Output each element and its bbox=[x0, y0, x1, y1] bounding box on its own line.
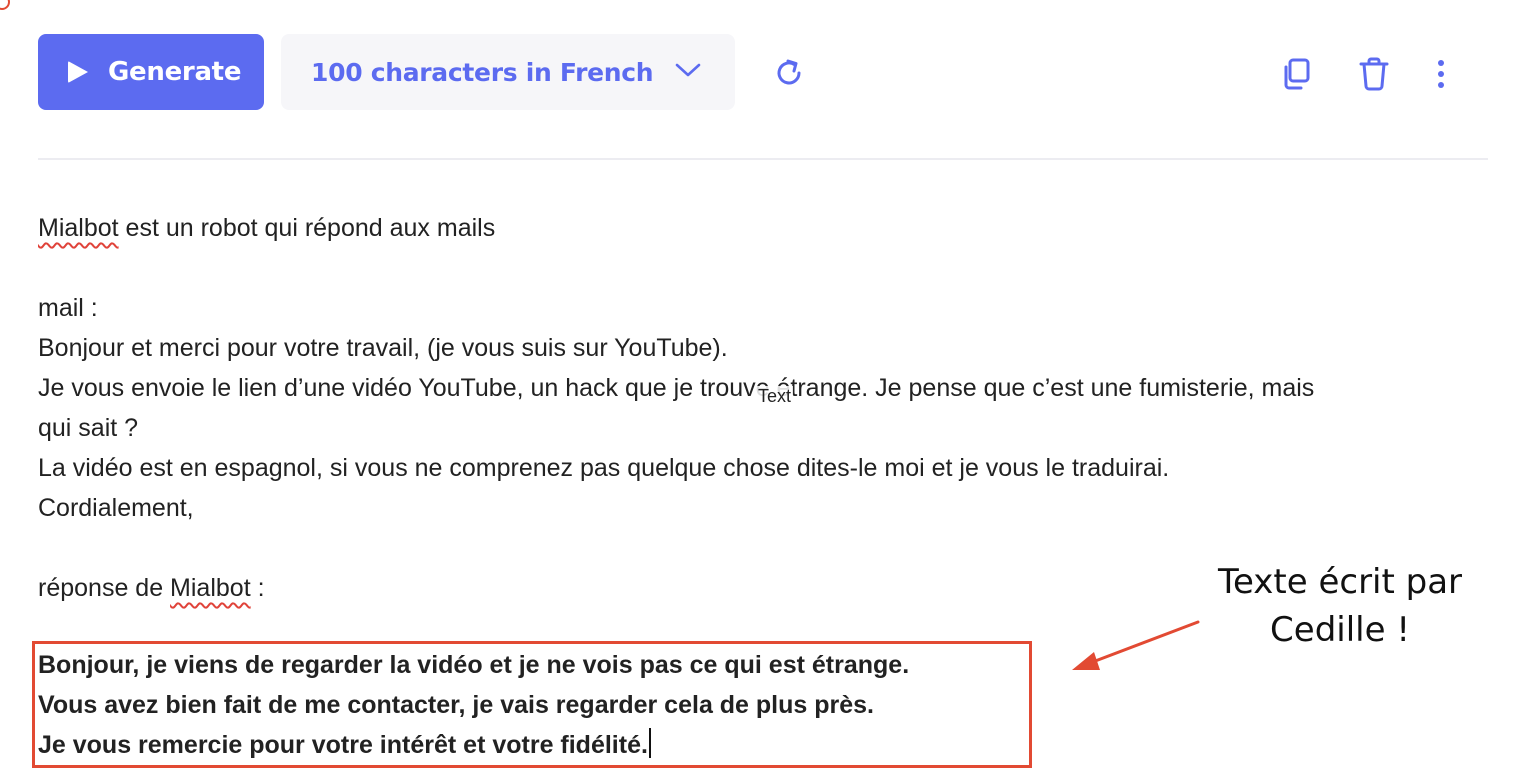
trash-icon bbox=[1359, 57, 1389, 91]
mail-line: La vidéo est en espagnol, si vous ne com… bbox=[38, 454, 1170, 482]
more-options-button[interactable] bbox=[1426, 54, 1456, 94]
prompt-editor[interactable]: Mialbot est un robot qui répond aux mail… bbox=[38, 208, 1488, 608]
annotation-callout: Texte écrit par Cedille ! bbox=[1190, 558, 1490, 654]
copy-icon bbox=[1284, 58, 1310, 90]
toolbar-divider bbox=[38, 158, 1488, 160]
annotation-line: Texte écrit par bbox=[1217, 562, 1463, 602]
reply-label-before: réponse de bbox=[38, 574, 171, 602]
prompt-intro-line: Mialbot est un robot qui répond aux mail… bbox=[38, 208, 1488, 248]
mail-line: Bonjour et merci pour votre travail, (je… bbox=[38, 334, 728, 362]
more-vertical-icon bbox=[1438, 60, 1444, 88]
generate-button[interactable]: Generate bbox=[38, 34, 264, 110]
mail-line: Cordialement, bbox=[38, 494, 194, 522]
chevron-down-icon bbox=[675, 62, 701, 83]
misspelled-word: Mialbot bbox=[170, 574, 251, 602]
response-line: Vous avez bien fait de me contacter, je … bbox=[38, 691, 874, 719]
response-line: Bonjour, je viens de regarder la vidéo e… bbox=[38, 651, 910, 679]
corner-mark bbox=[0, 0, 10, 10]
mail-label: mail : bbox=[38, 294, 98, 322]
generated-response[interactable]: Bonjour, je viens de regarder la vidéo e… bbox=[38, 645, 909, 765]
regenerate-button[interactable] bbox=[770, 54, 808, 92]
annotation-arrow-icon bbox=[1072, 620, 1200, 670]
delete-button[interactable] bbox=[1354, 54, 1394, 94]
response-line-last: Je vous remercie pour votre intérêt et v… bbox=[38, 725, 909, 765]
copy-button[interactable] bbox=[1278, 54, 1318, 94]
mail-line: qui sait ? bbox=[38, 414, 139, 442]
text-cursor-tooltip: Text bbox=[756, 386, 794, 407]
play-icon bbox=[68, 61, 88, 83]
length-language-select[interactable]: 100 characters in French bbox=[281, 34, 735, 110]
app-root: Generate 100 characters in French Mialbo… bbox=[0, 0, 1524, 776]
reply-label-after: : bbox=[250, 574, 265, 602]
length-language-select-value: 100 characters in French bbox=[311, 57, 654, 87]
annotation-line: Cedille ! bbox=[1270, 610, 1410, 650]
refresh-icon bbox=[777, 59, 801, 85]
generate-button-label: Generate bbox=[108, 57, 242, 87]
misspelled-word: Mialbot bbox=[38, 214, 119, 242]
response-line: Je vous remercie pour votre intérêt et v… bbox=[38, 731, 648, 759]
text-caret bbox=[648, 728, 651, 758]
prompt-intro-rest: est un robot qui répond aux mails bbox=[118, 214, 496, 242]
toolbar: Generate 100 characters in French bbox=[38, 34, 1488, 110]
